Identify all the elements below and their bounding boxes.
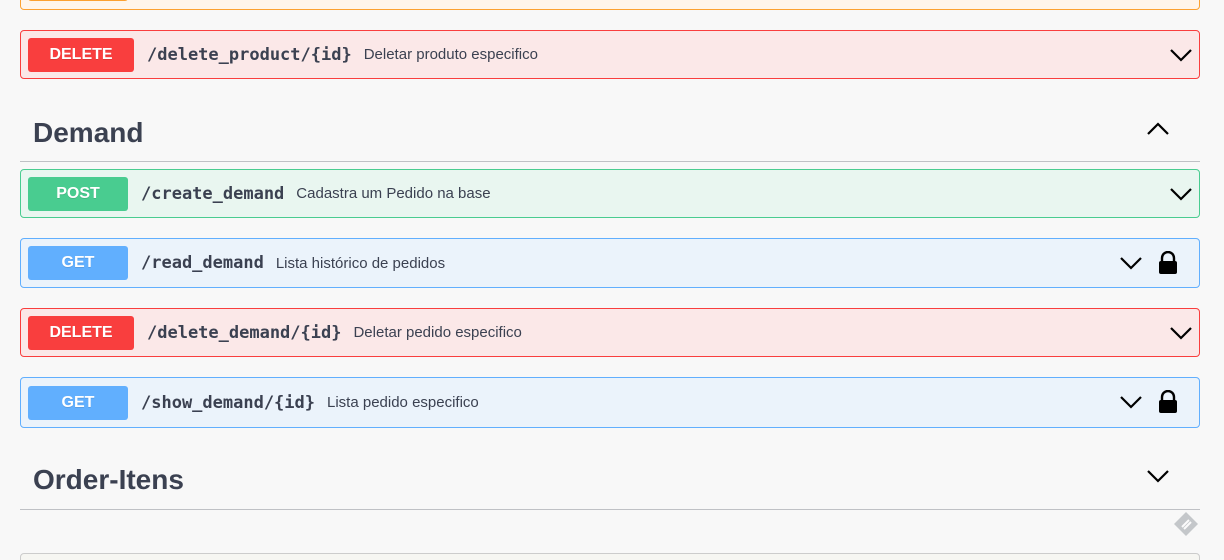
tag-section-demand[interactable]: Demand [20,104,1200,162]
endpoint-summary: Deletar produto especifico [363,46,538,63]
endpoint-path: /create_demand [141,183,285,204]
opblock-show-demand[interactable]: GET /show_demand/{id} Lista pedido espec… [20,377,1200,428]
lock-icon[interactable] [1157,251,1179,275]
chevron-down-icon[interactable] [1169,43,1193,67]
method-badge: GET [28,385,128,420]
chevron-down-icon[interactable] [1169,321,1193,345]
opblock-delete-demand[interactable]: DELETE /delete_demand/{id} Deletar pedid… [20,308,1200,357]
tag-title: Demand [33,116,144,148]
endpoint-summary: Lista pedido especifico [327,394,479,411]
opblock-partial-top[interactable] [20,0,1200,10]
chevron-down-icon[interactable] [1119,390,1143,414]
opblock-create-demand[interactable]: POST /create_demand Cadastra um Pedido n… [20,169,1200,218]
endpoint-path: /delete_product/{id} [147,44,352,65]
endpoint-summary: Cadastra um Pedido na base [296,185,491,202]
chevron-down-icon[interactable] [1169,182,1193,206]
method-badge: GET [28,246,128,280]
endpoint-summary: Lista histórico de pedidos [275,254,446,272]
method-badge-partial [28,0,128,1]
method-badge: DELETE [28,315,134,350]
method-badge: POST [28,176,128,211]
swagger-page: DELETE /delete_product/{id} Deletar prod… [0,0,1224,560]
opblock-read-demand[interactable]: GET /read_demand Lista histórico de pedi… [20,238,1200,288]
opblock-delete-product[interactable]: DELETE /delete_product/{id} Deletar prod… [20,30,1200,79]
lock-icon[interactable] [1157,390,1179,414]
opblock-partial-bottom[interactable] [20,553,1200,560]
chevron-down-icon[interactable] [1146,464,1170,488]
tag-title: Order-Itens [33,463,184,495]
pencil-watermark-icon [1174,512,1198,536]
endpoint-path: /read_demand [141,253,264,273]
endpoint-summary: Deletar pedido especifico [353,324,522,341]
endpoint-path: /show_demand/{id} [141,392,315,413]
chevron-down-icon[interactable] [1119,251,1143,275]
chevron-up-icon[interactable] [1146,117,1170,141]
tag-section-order-itens[interactable]: Order-Itens [20,450,1200,510]
method-badge: DELETE [28,37,134,72]
endpoint-path: /delete_demand/{id} [147,322,342,343]
